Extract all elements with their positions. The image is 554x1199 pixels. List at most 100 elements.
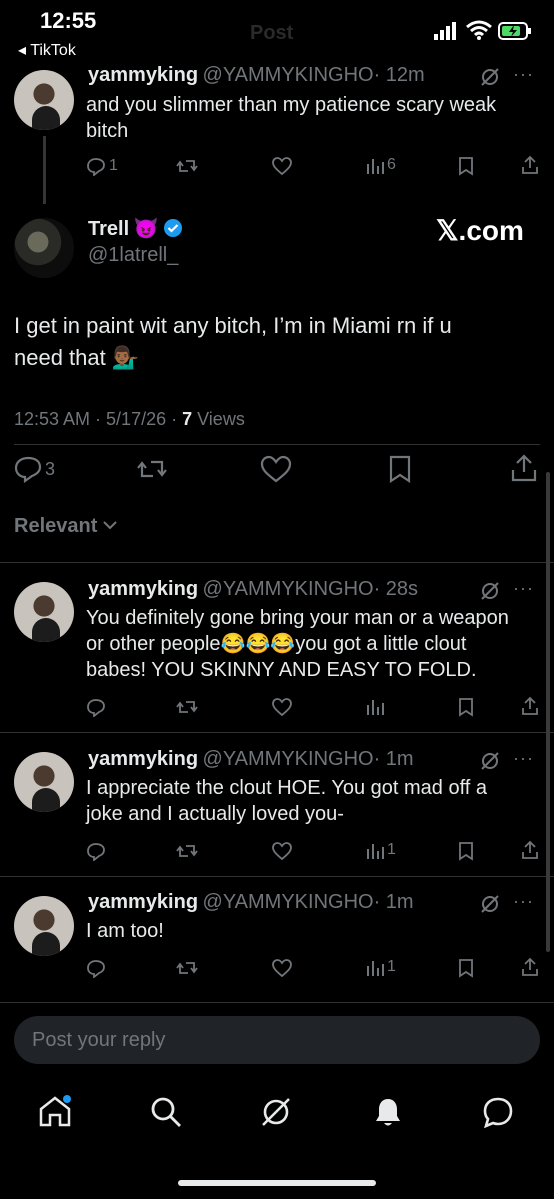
like-button[interactable] <box>271 841 293 861</box>
share-button[interactable] <box>520 957 540 977</box>
sort-dropdown[interactable]: Relevant <box>14 515 117 538</box>
views-button[interactable]: 6 <box>366 156 396 174</box>
author-handle[interactable]: @1latrell_ <box>88 244 178 267</box>
repost-button[interactable] <box>176 697 198 717</box>
repost-button[interactable] <box>176 841 198 861</box>
author-name[interactable]: yammyking <box>88 578 198 600</box>
avatar[interactable] <box>14 218 74 278</box>
bookmark-button[interactable] <box>457 841 475 861</box>
author-name[interactable]: yammyking <box>88 64 198 86</box>
tweet-text-line: and you slimmer than my patience scary w… <box>86 94 497 116</box>
tweet-header: yammyking @YAMMYKINGHO· 12m <box>88 64 425 87</box>
tweet-header: yammyking @YAMMYKINGHO· 1m <box>88 748 414 771</box>
more-icon[interactable]: ··· <box>513 748 534 769</box>
author-name[interactable]: Trell <box>88 218 129 240</box>
divider <box>0 562 554 563</box>
repost-button[interactable] <box>176 958 198 978</box>
author-handle[interactable]: @YAMMYKINGHO <box>203 891 374 913</box>
bookmark-button[interactable] <box>457 156 475 176</box>
wifi-icon <box>466 20 492 45</box>
tweet-text-line: or other people😂😂😂you got a little clout <box>86 633 467 655</box>
grok-icon[interactable] <box>480 894 500 914</box>
search-icon[interactable] <box>150 1096 182 1133</box>
repost-icon <box>176 841 198 861</box>
author-handle[interactable]: @YAMMYKINGHO <box>203 64 374 86</box>
chevron-down-icon <box>103 520 117 530</box>
reply-icon <box>14 455 42 483</box>
like-button[interactable] <box>271 958 293 978</box>
repost-button[interactable] <box>136 455 168 483</box>
reply-input-placeholder: Post your reply <box>32 1028 166 1051</box>
signal-icon <box>434 22 460 45</box>
divider <box>14 444 540 445</box>
reply-button[interactable] <box>86 958 106 978</box>
divider <box>0 876 554 877</box>
grok-icon[interactable] <box>480 751 500 771</box>
bookmark-icon <box>457 958 475 978</box>
more-icon[interactable]: ··· <box>513 64 534 85</box>
share-icon <box>520 155 540 175</box>
like-button[interactable] <box>271 156 293 176</box>
tweet-header: yammyking @YAMMYKINGHO· 28s <box>88 578 418 601</box>
views-count: 1 <box>387 841 396 858</box>
avatar[interactable] <box>14 70 74 130</box>
scrollbar[interactable] <box>546 472 550 952</box>
views-button[interactable]: 1 <box>366 841 396 859</box>
views-count: 1 <box>387 958 396 975</box>
views-icon <box>366 958 384 976</box>
heart-icon <box>271 841 293 861</box>
more-icon[interactable]: ··· <box>513 891 534 912</box>
author-name[interactable]: yammyking <box>88 748 198 770</box>
tweet-time: · 1m <box>373 891 414 913</box>
grok-icon[interactable] <box>260 1096 292 1133</box>
repost-button[interactable] <box>176 156 198 176</box>
heart-icon <box>271 958 293 978</box>
reply-composer[interactable]: Post your reply <box>14 1016 540 1064</box>
notifications-icon[interactable] <box>372 1096 404 1133</box>
reply-button[interactable]: 1 <box>86 156 118 176</box>
reply-count: 3 <box>45 458 56 479</box>
bookmark-icon <box>457 697 475 717</box>
share-button[interactable] <box>520 155 540 175</box>
bookmark-button[interactable] <box>388 455 412 483</box>
reply-button[interactable] <box>86 841 106 861</box>
reply-icon <box>86 958 106 978</box>
tweet-header: yammyking @YAMMYKINGHO· 1m <box>88 891 414 914</box>
tweet-text-line: I get in paint wit any bitch, I’m in Mia… <box>14 313 452 338</box>
home-indicator <box>178 1180 376 1186</box>
tweet-text-line: I appreciate the clout HOE. You got mad … <box>86 777 488 799</box>
author-handle[interactable]: @YAMMYKINGHO <box>203 748 374 770</box>
bookmark-icon <box>457 156 475 176</box>
tweet-text: I am too! <box>86 918 546 944</box>
avatar[interactable] <box>14 752 74 812</box>
tweet-time: · 12m <box>373 64 425 86</box>
back-to-app-link[interactable]: ◂ TikTok <box>18 40 76 60</box>
home-icon[interactable] <box>38 1094 72 1133</box>
bookmark-button[interactable] <box>457 697 475 717</box>
views-label: Views <box>192 409 245 429</box>
reply-button[interactable]: 3 <box>14 455 55 483</box>
views-button[interactable] <box>366 697 387 715</box>
author-name[interactable]: yammyking <box>88 891 198 913</box>
share-button[interactable] <box>510 454 538 482</box>
messages-icon[interactable] <box>482 1096 514 1133</box>
share-button[interactable] <box>520 696 540 716</box>
tweet-meta: 12:53 AM · 5/17/26 · 7 Views <box>14 409 245 430</box>
author-handle[interactable]: @YAMMYKINGHO <box>203 578 374 600</box>
avatar[interactable] <box>14 582 74 642</box>
like-button[interactable] <box>260 455 292 483</box>
like-button[interactable] <box>271 697 293 717</box>
bookmark-icon <box>388 455 412 483</box>
more-icon[interactable]: ··· <box>513 578 534 599</box>
views-button[interactable]: 1 <box>366 958 396 976</box>
bookmark-button[interactable] <box>457 958 475 978</box>
views-icon <box>366 697 384 715</box>
reply-button[interactable] <box>86 697 106 717</box>
grok-icon[interactable] <box>480 67 500 87</box>
grok-icon[interactable] <box>480 581 500 601</box>
share-button[interactable] <box>520 840 540 860</box>
repost-icon <box>176 156 198 176</box>
avatar[interactable] <box>14 896 74 956</box>
share-icon <box>520 696 540 716</box>
sort-label: Relevant <box>14 515 98 537</box>
